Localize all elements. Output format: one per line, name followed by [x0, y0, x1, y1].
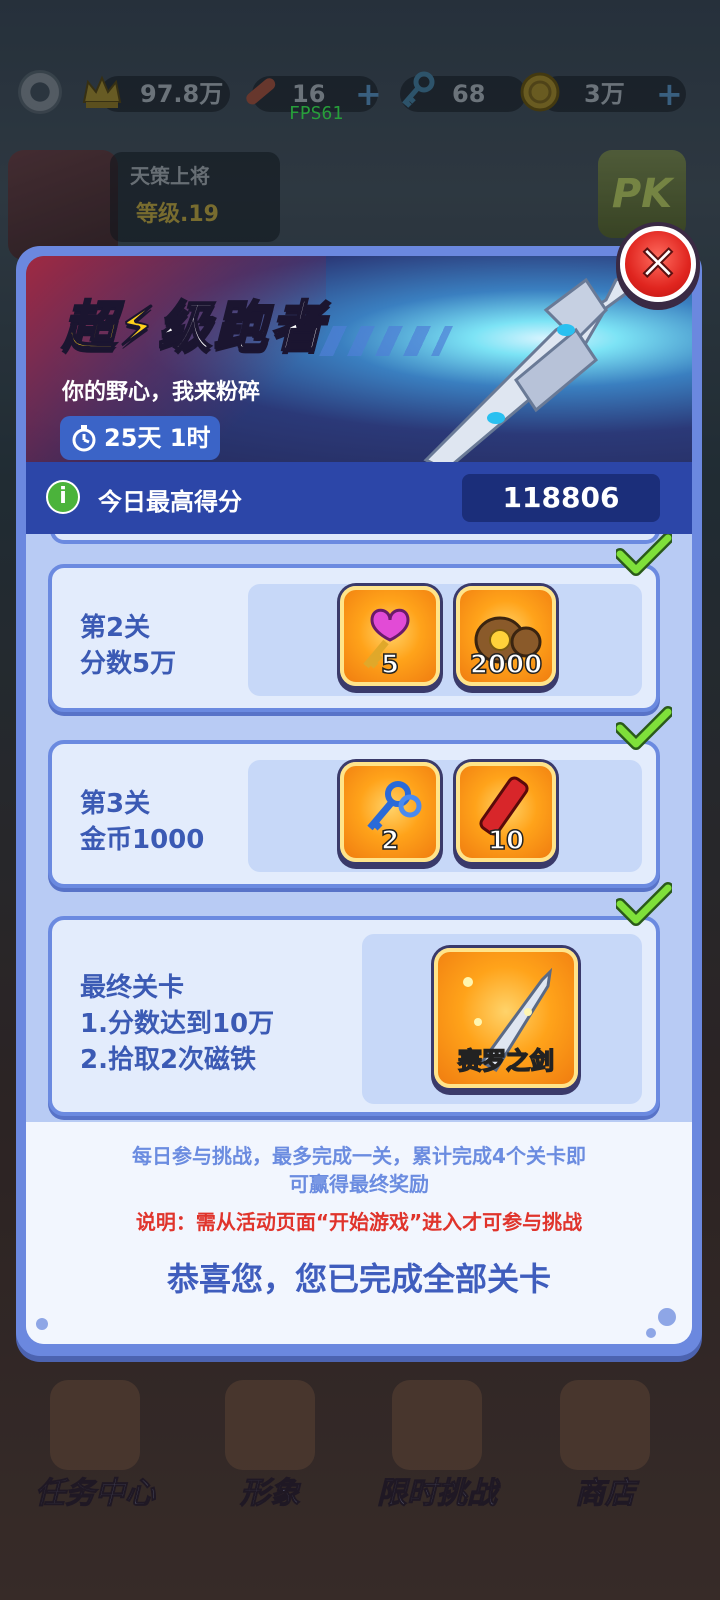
stage-card: 第2关 分数5万 5 2000 [48, 564, 660, 712]
sword-icon [423, 272, 633, 470]
score-label: 今日最高得分 [98, 488, 242, 516]
score-value: 118806 [462, 474, 660, 522]
dialog-footer: 每日参与挑战，最多完成一关，累计完成4个关卡即 可赢得最终奖励 说明：需从活动页… [26, 1122, 692, 1344]
event-title: 超⚡级跑者 [61, 282, 326, 361]
today-high-score-bar: i 今日最高得分 118806 [26, 462, 692, 534]
all-complete-message: 恭喜您，您已完成全部关卡 [166, 1260, 551, 1298]
stage-card: 第3关 金币1000 2 10 [48, 740, 660, 888]
completed-check-icon [616, 706, 672, 750]
reward-panel: 2 10 [248, 760, 642, 872]
event-title-first: 超 [61, 294, 118, 359]
reward-count: 2000 [469, 649, 543, 681]
reward-item[interactable]: 2 [340, 762, 440, 862]
previous-stage-card-edge [50, 534, 660, 544]
stage-requirement: 第2关 分数5万 [80, 613, 177, 679]
close-icon: ✕ [637, 235, 679, 293]
rules-note: 每日参与挑战，最多完成一关，累计完成4个关卡即 可赢得最终奖励 [26, 1142, 692, 1198]
final-reward-item[interactable]: 赛罗之剑 [434, 948, 578, 1088]
stage-requirement: 第3关 金币1000 [80, 789, 205, 855]
rules-note-line: 可赢得最终奖励 [289, 1172, 429, 1196]
reward-item[interactable]: 5 [340, 586, 440, 686]
event-title-rest: 级跑者 [157, 294, 326, 359]
event-banner: 超⚡级跑者 你的野心，我来粉碎 25天 1时 [26, 256, 692, 470]
reward-count: 10 [487, 825, 525, 857]
info-icon[interactable]: i [46, 480, 80, 514]
reward-item[interactable]: 2000 [456, 586, 556, 686]
decor-dot [646, 1328, 656, 1338]
event-subtitle: 你的野心，我来粉碎 [62, 380, 261, 405]
reward-count: 2 [380, 825, 400, 857]
timer-text: 25天 1时 [104, 424, 211, 452]
decor-dot [36, 1318, 48, 1330]
super-runner-dialog: 超⚡级跑者 你的野心，我来粉碎 25天 1时 i 今日最高得分 118806 第… [16, 246, 702, 1356]
event-timer: 25天 1时 [60, 416, 220, 460]
reward-name: 赛罗之剑 [457, 1046, 555, 1076]
reward-item[interactable]: 10 [456, 762, 556, 862]
dialog-body: 超⚡级跑者 你的野心，我来粉碎 25天 1时 i 今日最高得分 118806 第… [26, 256, 692, 1344]
stage-requirement: 最终关卡 1.分数达到10万 2.拾取2次磁铁 [80, 973, 275, 1075]
stage-list[interactable]: 第2关 分数5万 5 2000 第3关 金币1000 2 10 最终关卡 1.分… [26, 534, 692, 1122]
entry-warning: 说明：需从活动页面“开始游戏”进入才可参与挑战 [135, 1210, 583, 1234]
reward-panel: 赛罗之剑 [362, 934, 642, 1104]
stopwatch-icon [72, 425, 96, 452]
rules-note-line: 每日参与挑战，最多完成一关，累计完成4个关卡即 [132, 1144, 586, 1168]
final-stage-card: 最终关卡 1.分数达到10万 2.拾取2次磁铁 赛罗之剑 [48, 916, 660, 1116]
close-button[interactable]: ✕ [620, 226, 696, 302]
decor-dot [658, 1308, 676, 1326]
reward-count: 5 [380, 649, 400, 681]
lightning-icon: ⚡ [117, 294, 158, 359]
completed-check-icon [616, 882, 672, 926]
reward-panel: 5 2000 [248, 584, 642, 696]
completed-check-icon [616, 534, 672, 576]
